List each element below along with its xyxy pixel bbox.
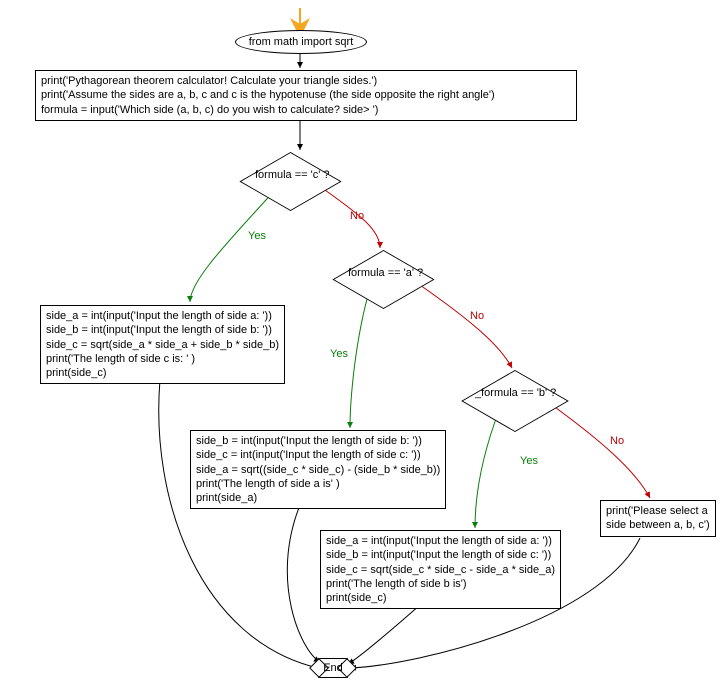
block-b: side_a = int(input('Input the length of … [320, 530, 561, 609]
block-a-l5: print(side_a) [196, 491, 440, 505]
block-b-l3: side_c = sqrt(side_c * side_c - side_a *… [326, 563, 555, 577]
init-l2: print('Assume the sides are a, b, c and … [41, 88, 571, 102]
decision-b-label: _formula == 'b' ? [475, 387, 556, 399]
decision-c-label: formula == 'c' ? [255, 169, 330, 181]
init-l1: print('Pythagorean theorem calculator! C… [41, 74, 571, 88]
block-a-l2: side_c = int(input('Input the length of … [196, 448, 440, 462]
dec-b-yes: Yes [520, 455, 538, 467]
dec-a-yes: Yes [330, 348, 348, 360]
block-c: side_a = int(input('Input the length of … [40, 305, 285, 384]
block-c-l3: side_c = sqrt(side_a * side_a + side_b *… [46, 338, 279, 352]
block-a-l3: side_a = sqrt((side_c * side_c) - (side_… [196, 463, 440, 477]
dec-c-no: No [350, 210, 364, 222]
block-a: side_b = int(input('Input the length of … [190, 430, 446, 509]
dec-b-no: No [610, 435, 624, 447]
block-c-l1: side_a = int(input('Input the length of … [46, 309, 279, 323]
decision-a-label: formula == 'a' ? [348, 267, 423, 279]
block-b-l5: print(side_c) [326, 591, 555, 605]
block-a-l1: side_b = int(input('Input the length of … [196, 434, 440, 448]
block-b-l1: side_a = int(input('Input the length of … [326, 534, 555, 548]
else-block: print('Please select a side between a, b… [600, 500, 716, 537]
start-node: from math import sqrt [235, 30, 367, 54]
block-b-l4: print('The length of side b is') [326, 577, 555, 591]
else-l1: print('Please select a [606, 504, 710, 518]
block-c-l2: side_b = int(input('Input the length of … [46, 323, 279, 337]
block-a-l4: print('The length of side a is' ) [196, 477, 440, 491]
block-c-l5: print(side_c) [46, 366, 279, 380]
start-label: from math import sqrt [249, 36, 354, 48]
dec-c-yes: Yes [248, 230, 266, 242]
end-label: End [323, 662, 343, 674]
init-l3: formula = input('Which side (a, b, c) do… [41, 103, 571, 117]
init-block: print('Pythagorean theorem calculator! C… [35, 70, 577, 121]
dec-a-no: No [470, 310, 484, 322]
block-c-l4: print('The length of side c is: ' ) [46, 352, 279, 366]
else-l2: side between a, b, c') [606, 518, 710, 532]
block-b-l2: side_b = int(input('Input the length of … [326, 548, 555, 562]
